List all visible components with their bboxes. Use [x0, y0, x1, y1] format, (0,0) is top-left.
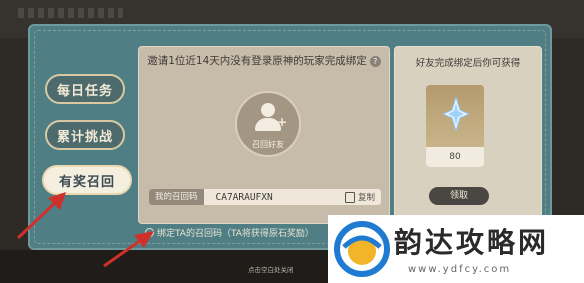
reward-quantity: 80 — [426, 147, 484, 167]
recall-panel: 邀请1位近14天内没有登录原神的玩家完成绑定? + 召回好友 我的召回码 CA7… — [138, 46, 390, 224]
annotation-arrow-2 — [103, 231, 154, 268]
reward-panel: 好友完成绑定后你可获得 80 领取 — [394, 46, 542, 224]
primogem-star-icon — [443, 97, 469, 131]
annotation-arrow-1 — [16, 192, 66, 240]
watermark-url: www.ydfcy.com — [408, 264, 512, 275]
menu-item-cumulative-challenge[interactable]: 累计挑战 — [45, 120, 125, 150]
watermark-name: 韵达攻略网 — [394, 226, 550, 259]
recall-code-row: 我的召回码 CA7ARAUFXN 复制 — [149, 189, 381, 205]
close-hint: 点击空白处关闭 — [248, 266, 294, 274]
person-add-icon — [261, 103, 275, 117]
recall-code-label: 我的召回码 — [149, 189, 204, 205]
help-icon[interactable]: ? — [369, 55, 381, 67]
reward-card[interactable]: 80 — [426, 85, 484, 167]
watermark: 韵达攻略网 www.ydfcy.com — [328, 215, 584, 283]
reward-panel-title: 好友完成绑定后你可获得 — [415, 58, 521, 69]
plus-icon: + — [277, 115, 288, 129]
bind-recall-code-text: 绑定TA的召回码（TA将获得原石奖励） — [157, 229, 314, 239]
menu-item-daily-tasks[interactable]: 每日任务 — [45, 74, 125, 104]
recall-friend-label: 召回好友 — [252, 140, 284, 149]
recall-code-value: CA7ARAUFXN — [215, 191, 273, 203]
copy-button[interactable]: 复制 — [344, 191, 381, 203]
copy-icon — [344, 191, 355, 203]
recall-panel-title-text: 邀请1位近14天内没有登录原神的玩家完成绑定 — [147, 55, 367, 67]
background-decoration — [18, 8, 123, 18]
bind-recall-code-link[interactable]: 绑定TA的召回码（TA将获得原石奖励） — [145, 226, 314, 239]
watermark-logo-icon — [334, 221, 390, 277]
claim-button[interactable]: 领取 — [429, 187, 489, 205]
recall-panel-title: 邀请1位近14天内没有登录原神的玩家完成绑定? — [139, 53, 389, 68]
recall-friend-button[interactable]: + 召回好友 — [235, 91, 301, 157]
copy-label: 复制 — [357, 193, 375, 203]
